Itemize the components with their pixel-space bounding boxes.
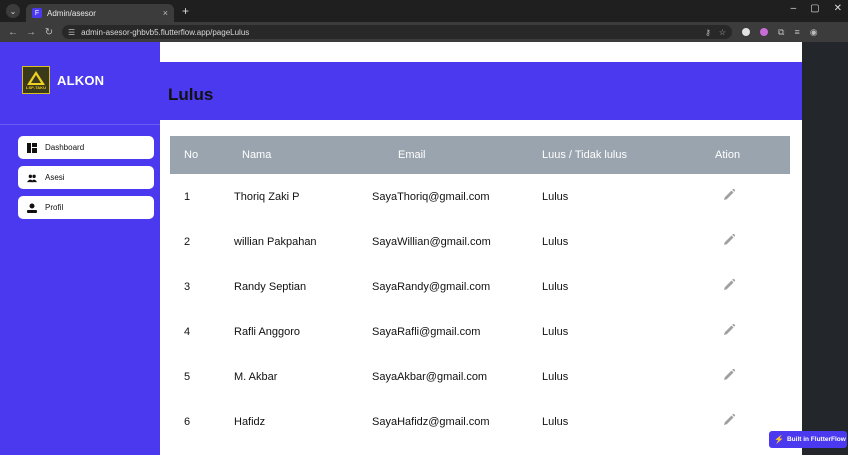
minimize-icon[interactable]: – <box>791 3 797 14</box>
header-status: Luus / Tidak lulus <box>542 149 627 161</box>
logo-text: LSP-TAKU <box>26 84 46 90</box>
cell-status: Lulus <box>542 190 569 203</box>
window-controls: – ▢ ✕ <box>791 3 842 14</box>
table-row: 6 Hafidz SayaHafidz@gmail.com Lulus <box>170 399 790 444</box>
cell-action <box>680 368 790 385</box>
cell-status: Lulus <box>542 370 569 383</box>
sidebar-item-asesi[interactable]: Asesi <box>18 166 154 189</box>
header-nama: Nama <box>242 149 272 161</box>
cell-nama: Hafidz <box>234 415 266 428</box>
sidebar-divider <box>0 124 160 125</box>
bookmark-star-icon[interactable]: ☆ <box>719 28 726 37</box>
cell-email: SayaRafli@gmail.com <box>372 325 481 338</box>
password-key-icon[interactable]: ⚷ <box>705 28 711 37</box>
cell-action <box>680 188 790 205</box>
alkon-logo: LSP-TAKU <box>22 66 50 94</box>
table-row: 5 M. Akbar SayaAkbar@gmail.com Lulus <box>170 354 790 399</box>
page-header: Lulus <box>160 62 802 120</box>
address-bar: ← → ↻ ☰ admin-asesor-ghbvb5.flutterflow.… <box>0 22 848 42</box>
table-row: 3 Randy Septian SayaRandy@gmail.com Lulu… <box>170 264 790 309</box>
header-spacer <box>160 42 802 62</box>
sidebar-item-label: Asesi <box>45 173 65 182</box>
extension-icon[interactable] <box>760 28 768 36</box>
maximize-icon[interactable]: ▢ <box>810 3 819 14</box>
cell-nama: Rafli Anggoro <box>234 325 301 338</box>
cell-no: 3 <box>184 280 191 293</box>
table-header: No Nama Email Luus / Tidak lulus Ation <box>170 136 790 174</box>
cell-status: Lulus <box>542 325 569 338</box>
edit-pencil-icon[interactable] <box>722 233 736 247</box>
cell-email: SayaHafidz@gmail.com <box>372 415 490 428</box>
cell-email: SayaThoriq@gmail.com <box>372 190 490 203</box>
sidebar-item-label: Profil <box>45 203 64 212</box>
group-icon <box>27 173 37 183</box>
cell-status: Lulus <box>542 235 569 248</box>
tab-search-icon[interactable]: ⌄ <box>6 4 20 18</box>
person-icon <box>27 203 37 213</box>
cell-email: SayaAkbar@gmail.com <box>372 370 488 383</box>
new-tab-button[interactable]: + <box>182 4 189 18</box>
tab-close-icon[interactable]: × <box>163 8 168 18</box>
cell-nama: willian Pakpahan <box>234 235 317 248</box>
header-no: No <box>184 149 199 161</box>
cell-status: Lulus <box>542 415 569 428</box>
cell-email: SayaWillian@gmail.com <box>372 235 491 248</box>
table-row: 1 Thoriq Zaki P SayaThoriq@gmail.com Lul… <box>170 174 790 219</box>
edit-pencil-icon[interactable] <box>722 188 736 202</box>
sidebar-item-dashboard[interactable]: Dashboard <box>18 136 154 159</box>
site-info-icon[interactable]: ☰ <box>68 28 75 37</box>
flutterflow-icon: ⚡ <box>774 435 784 444</box>
sidebar: LSP-TAKU ALKON Dashboard Asesi Profil <box>0 42 160 455</box>
logo-triangle-icon <box>27 70 45 85</box>
extensions-puzzle-icon[interactable]: ⧉ <box>778 27 784 38</box>
cell-nama: Randy Septian <box>234 280 307 293</box>
close-window-icon[interactable]: ✕ <box>834 3 842 14</box>
cell-nama: M. Akbar <box>234 370 278 383</box>
dashboard-icon <box>27 142 37 153</box>
cell-no: 4 <box>184 325 191 338</box>
cell-no: 1 <box>184 190 191 203</box>
sidebar-nav: Dashboard Asesi Profil <box>18 136 154 226</box>
sidebar-item-profil[interactable]: Profil <box>18 196 154 219</box>
table-row: 4 Rafli Anggoro SayaRafli@gmail.com Lulu… <box>170 309 790 354</box>
page-title: Lulus <box>168 85 214 104</box>
table-row: 2 willian Pakpahan SayaWillian@gmail.com… <box>170 219 790 264</box>
brand: LSP-TAKU ALKON <box>22 66 104 94</box>
cell-no: 2 <box>184 235 191 248</box>
cell-nama: Thoriq Zaki P <box>234 190 300 203</box>
cell-action <box>680 278 790 295</box>
browser-tab-bar: ⌄ F Admin/asesor × + – ▢ ✕ <box>0 0 848 22</box>
cell-no: 6 <box>184 415 191 428</box>
reading-list-icon[interactable]: ≡ <box>794 27 799 37</box>
right-panel <box>802 42 848 455</box>
profile-icon[interactable]: ◉ <box>810 27 818 38</box>
header-email: Email <box>398 149 426 161</box>
cell-action <box>680 413 790 430</box>
header-action: Ation <box>715 149 741 161</box>
edit-pencil-icon[interactable] <box>722 278 736 292</box>
reload-icon[interactable]: ↻ <box>44 27 54 38</box>
tab-title: Admin/asesor <box>47 8 96 18</box>
forward-icon[interactable]: → <box>26 27 36 38</box>
edit-pencil-icon[interactable] <box>722 323 736 337</box>
sidebar-item-label: Dashboard <box>45 143 85 152</box>
extension-icon[interactable] <box>742 28 750 36</box>
flutterflow-favicon-icon: F <box>32 8 42 18</box>
url-text: admin-asesor-ghbvb5.flutterflow.app/page… <box>81 27 250 37</box>
cell-status: Lulus <box>542 280 569 293</box>
back-icon[interactable]: ← <box>8 27 18 38</box>
built-in-flutterflow-badge[interactable]: ⚡ Built in FlutterFlow <box>769 431 847 448</box>
app-viewport: LSP-TAKU ALKON Dashboard Asesi Profil Lu… <box>0 42 848 455</box>
cell-action <box>680 323 790 340</box>
badge-text: Built in FlutterFlow <box>786 436 846 443</box>
url-field[interactable]: ☰ admin-asesor-ghbvb5.flutterflow.app/pa… <box>62 25 732 39</box>
brand-name: ALKON <box>57 72 105 88</box>
cell-no: 5 <box>184 370 191 383</box>
edit-pencil-icon[interactable] <box>722 368 736 382</box>
browser-tab[interactable]: F Admin/asesor × <box>26 4 174 22</box>
results-table: No Nama Email Luus / Tidak lulus Ation 1… <box>170 136 790 444</box>
cell-email: SayaRandy@gmail.com <box>372 280 491 293</box>
edit-pencil-icon[interactable] <box>722 413 736 427</box>
cell-action <box>680 233 790 250</box>
